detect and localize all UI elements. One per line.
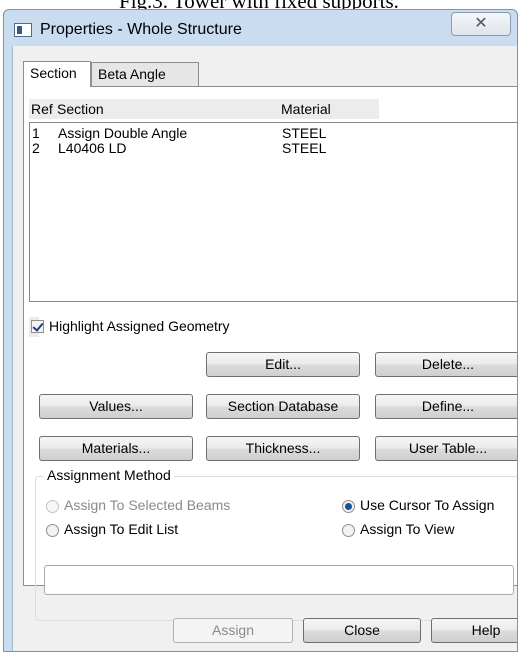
section-database-button[interactable]: Section Database xyxy=(206,394,360,419)
tab-section[interactable]: Section xyxy=(23,61,91,87)
materials-button[interactable]: Materials... xyxy=(39,436,193,461)
section-list[interactable]: 1 Assign Double Angle STEEL 2 L40406 LD … xyxy=(29,122,517,302)
properties-dialog: Properties - Whole Structure ✕ Section B… xyxy=(3,9,518,652)
row-ref: 2 xyxy=(32,140,40,156)
row-material: STEEL xyxy=(282,140,327,156)
close-window-button[interactable]: ✕ xyxy=(451,12,511,36)
assign-selected-beams-radio[interactable] xyxy=(46,500,59,513)
assignment-method-legend: Assignment Method xyxy=(44,467,174,483)
column-header-section[interactable]: Section xyxy=(57,101,104,117)
title-bar: Properties - Whole Structure ✕ xyxy=(4,10,517,48)
assignment-method-group: Assignment Method Assign To Selected Bea… xyxy=(35,467,517,621)
column-header-material[interactable]: Material xyxy=(281,101,331,117)
help-button[interactable]: Help xyxy=(431,618,517,643)
close-button[interactable]: Close xyxy=(303,618,421,643)
edit-button[interactable]: Edit... xyxy=(206,352,360,377)
highlight-geometry-label: Highlight Assigned Geometry xyxy=(49,318,230,334)
delete-button[interactable]: Delete... xyxy=(375,352,517,377)
assignment-text-field[interactable] xyxy=(44,565,514,595)
highlight-geometry-option[interactable]: Highlight Assigned Geometry xyxy=(29,317,230,337)
user-table-button[interactable]: User Table... xyxy=(375,436,517,461)
assign-edit-list-label: Assign To Edit List xyxy=(64,521,179,537)
assign-button[interactable]: Assign xyxy=(173,618,293,643)
highlight-geometry-checkbox[interactable] xyxy=(31,320,44,333)
window-app-icon xyxy=(14,23,32,37)
assign-selected-beams-label: Assign To Selected Beams xyxy=(64,497,231,513)
row-section: L40406 LD xyxy=(58,140,127,156)
column-header-ref[interactable]: Ref xyxy=(31,101,53,117)
row-section: Assign Double Angle xyxy=(58,125,188,141)
row-ref: 1 xyxy=(32,125,40,141)
use-cursor-assign-radio[interactable] xyxy=(342,500,355,513)
define-button[interactable]: Define... xyxy=(375,394,517,419)
dialog-client-area: Section Beta Angle Ref Section Material … xyxy=(12,46,517,651)
tab-beta-angle[interactable]: Beta Angle xyxy=(91,62,199,86)
use-cursor-assign-label: Use Cursor To Assign xyxy=(360,497,495,513)
window-title: Properties - Whole Structure xyxy=(40,21,242,38)
values-button[interactable]: Values... xyxy=(39,394,193,419)
assign-to-view-radio[interactable] xyxy=(342,524,355,537)
thickness-button[interactable]: Thickness... xyxy=(206,436,360,461)
assign-edit-list-radio[interactable] xyxy=(46,524,59,537)
row-material: STEEL xyxy=(282,125,327,141)
assign-to-view-label: Assign To View xyxy=(360,521,455,537)
